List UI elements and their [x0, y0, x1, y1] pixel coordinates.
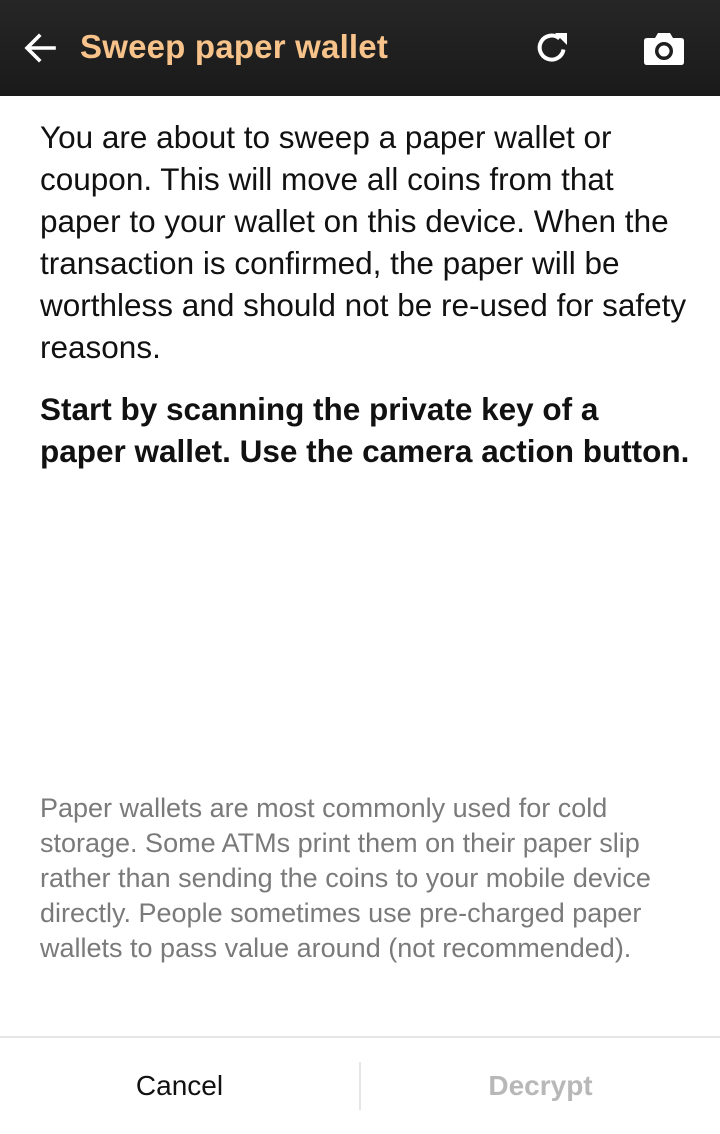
decrypt-button[interactable]: Decrypt	[361, 1038, 720, 1134]
main-content: You are about to sweep a paper wallet or…	[40, 116, 690, 472]
cancel-button[interactable]: Cancel	[0, 1038, 359, 1134]
instruction-text: Start by scanning the private key of a p…	[40, 391, 690, 469]
camera-icon	[644, 33, 684, 65]
refresh-button[interactable]	[528, 24, 576, 72]
help-note: Paper wallets are most commonly used for…	[40, 793, 651, 963]
camera-button[interactable]	[638, 24, 690, 72]
refresh-icon	[537, 33, 567, 62]
action-bar: Sweep paper wallet	[0, 0, 720, 96]
intro-text: You are about to sweep a paper wallet or…	[40, 119, 687, 365]
sweep-paper-wallet-screen: Sweep paper wallet You are about to swee…	[0, 0, 720, 1134]
page-title: Sweep paper wallet	[80, 28, 389, 65]
arrow-left-icon	[24, 33, 56, 63]
back-button[interactable]	[18, 26, 62, 70]
button-bar: Cancel Decrypt	[0, 1038, 720, 1134]
